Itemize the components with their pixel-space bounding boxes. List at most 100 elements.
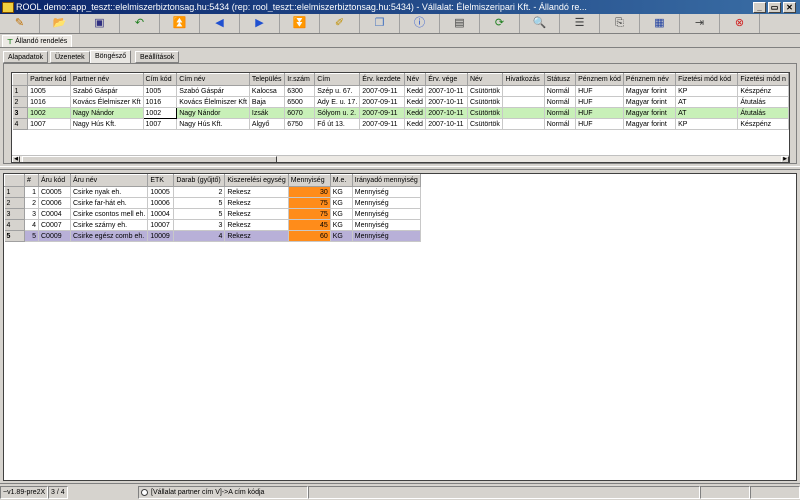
table-cell[interactable]: 1002 [142,107,178,119]
row-number[interactable]: 5 [4,230,25,242]
toolbar-button-stop[interactable]: ⊗ [720,14,760,33]
toolbar-button-search[interactable]: 🔍 [520,14,560,33]
toolbar-button-prev[interactable]: ◀ [200,14,240,33]
table-cell[interactable]: HUF [575,85,624,97]
close-button[interactable]: ✕ [783,1,796,13]
toolbar-button-last[interactable]: ⏬ [280,14,320,33]
table-cell[interactable]: Sólyom u. 2. [314,107,361,119]
table-cell[interactable]: Mennyiség [352,208,421,220]
partner-column-header[interactable]: Érv. vége [425,73,468,86]
table-cell[interactable]: 2007-09-11 [359,107,405,119]
table-cell[interactable]: KP [675,118,739,130]
row-number[interactable]: 4 [4,219,25,231]
toolbar-button-grid[interactable]: ▦ [640,14,680,33]
table-cell[interactable]: 6300 [284,85,316,97]
toolbar-button-undo[interactable]: ↶ [120,14,160,33]
table-cell[interactable]: 10004 [147,208,175,220]
table-cell[interactable]: 3 [173,219,226,231]
table-cell[interactable]: 10007 [147,219,175,231]
table-cell[interactable]: KG [330,208,353,220]
partner-column-header[interactable]: Hivatkozás [502,73,545,86]
table-cell[interactable]: 2007-10-11 [425,118,468,130]
table-cell[interactable]: Nagy Nándor [70,107,144,119]
table-cell[interactable]: Baja [249,96,286,108]
table-cell[interactable]: Normál [544,107,577,119]
tab-uzenetek[interactable]: Üzenetek [50,51,90,63]
table-cell[interactable]: Rekesz [224,186,289,198]
items-column-header[interactable] [4,174,25,187]
tab-bongeszo[interactable]: Böngésző [90,50,132,63]
items-column-header[interactable]: Kiszerelési egység [224,174,289,187]
table-cell[interactable]: HUF [575,118,624,130]
table-cell[interactable]: 5 [173,208,226,220]
table-cell[interactable]: Csirke csontos mell eh. [70,208,149,220]
table-cell[interactable]: Kovács Élelmiszer Kft [70,96,144,108]
items-column-header[interactable]: Irányadó mennyiség [351,174,421,187]
toolbar-button-next[interactable]: ▶ [240,14,280,33]
table-cell[interactable]: 2 [173,186,226,198]
items-column-header[interactable]: Áru név [69,174,149,187]
table-cell[interactable]: C0006 [38,197,71,209]
table-cell[interactable]: Nagy Hús Kft. [70,118,144,130]
scroll-thumb[interactable] [22,156,277,162]
table-cell[interactable]: KG [330,197,353,209]
tab-allando-rendeles[interactable]: ⊤ Állandó rendelés [2,35,73,47]
partner-grid[interactable]: Partner kód Partner név Cím kód Cím név Tele… [11,72,790,163]
table-cell[interactable]: Átutalás [737,96,789,108]
table-row[interactable]: 2 1016 Kovács Élelmiszer Kft 1016 Kovács Éle… [12,96,789,108]
table-row[interactable]: 4 4 C0007 Csirke szárny eh. 10007 3 Rekesz 45 KG… [4,219,421,231]
row-number[interactable]: 4 [12,118,29,130]
table-cell[interactable]: HUF [575,96,624,108]
table-cell[interactable]: AT [675,107,739,119]
partner-column-header[interactable] [12,73,29,86]
table-row[interactable]: 2 2 C0006 Csirke far-hát eh. 10006 5 Rekesz 75 K… [4,197,421,209]
table-cell[interactable]: Mennyiség [352,219,421,231]
table-cell[interactable]: 5 [173,197,226,209]
toolbar-button-note[interactable]: ✐ [320,14,360,33]
table-cell[interactable]: C0009 [38,230,71,242]
table-cell[interactable]: Kedd [404,107,427,119]
partner-column-header[interactable]: Cím név [176,73,250,86]
toolbar-button-edit[interactable]: ✎ [0,14,40,33]
table-cell[interactable]: 3 [24,208,39,220]
table-cell[interactable]: Szép u. 67. [314,85,361,97]
partner-column-header[interactable]: Név [403,73,427,86]
table-cell[interactable]: 6500 [284,96,316,108]
items-column-header[interactable]: Áru kód [38,174,71,187]
table-cell[interactable]: 2007-10-11 [425,96,468,108]
table-cell[interactable]: 1005 [143,85,178,97]
table-cell[interactable]: 4 [173,230,226,242]
partner-column-header[interactable]: Partner név [69,73,144,86]
partner-column-header[interactable]: Fizetési mód n [737,73,789,86]
table-cell[interactable]: 1002 [27,107,71,119]
table-row[interactable]: 1 1 C0005 Csirke nyak eh. 10005 2 Rekesz 30 KG Me… [4,186,421,198]
table-cell[interactable]: Rekesz [224,197,289,209]
toolbar-button-first[interactable]: ⏫ [160,14,200,33]
table-cell[interactable]: Kalocsa [249,85,286,97]
row-number[interactable]: 3 [4,208,25,220]
table-cell[interactable]: 2007-09-11 [359,118,405,130]
table-cell[interactable]: 1016 [27,96,71,108]
toolbar-button-layout[interactable]: ☰ [560,14,600,33]
table-cell[interactable]: KG [330,186,353,198]
table-cell[interactable]: 1016 [143,96,178,108]
partner-column-header[interactable]: Név [466,73,504,86]
table-cell[interactable]: KG [330,230,353,242]
table-cell[interactable]: Szabó Gáspár [70,85,144,97]
row-number[interactable]: 1 [4,186,25,198]
table-cell[interactable]: 10006 [147,197,175,209]
restore-button[interactable]: ▭ [768,1,781,13]
table-row[interactable]: 5 5 C0009 Csirke egész comb eh. 10009 4 Rekesz… [4,230,421,242]
row-number[interactable]: 1 [12,85,29,97]
table-row[interactable]: 3 3 C0004 Csirke csontos mell eh. 10004 5 Reke… [4,208,421,220]
table-cell[interactable]: Nagy Hús Kft. [176,118,250,130]
table-cell[interactable]: Mennyiség [352,197,421,209]
items-column-header[interactable]: Mennyiség [287,174,331,187]
table-cell[interactable]: Normál [544,118,577,130]
minimize-button[interactable]: _ [753,1,766,13]
partner-column-header[interactable]: Cím kód [142,73,178,86]
table-cell[interactable]: Csütörtök [467,107,504,119]
table-cell[interactable]: 60 [288,230,331,242]
table-cell[interactable] [502,96,545,108]
partner-column-header[interactable]: Pénznem név [622,73,677,86]
